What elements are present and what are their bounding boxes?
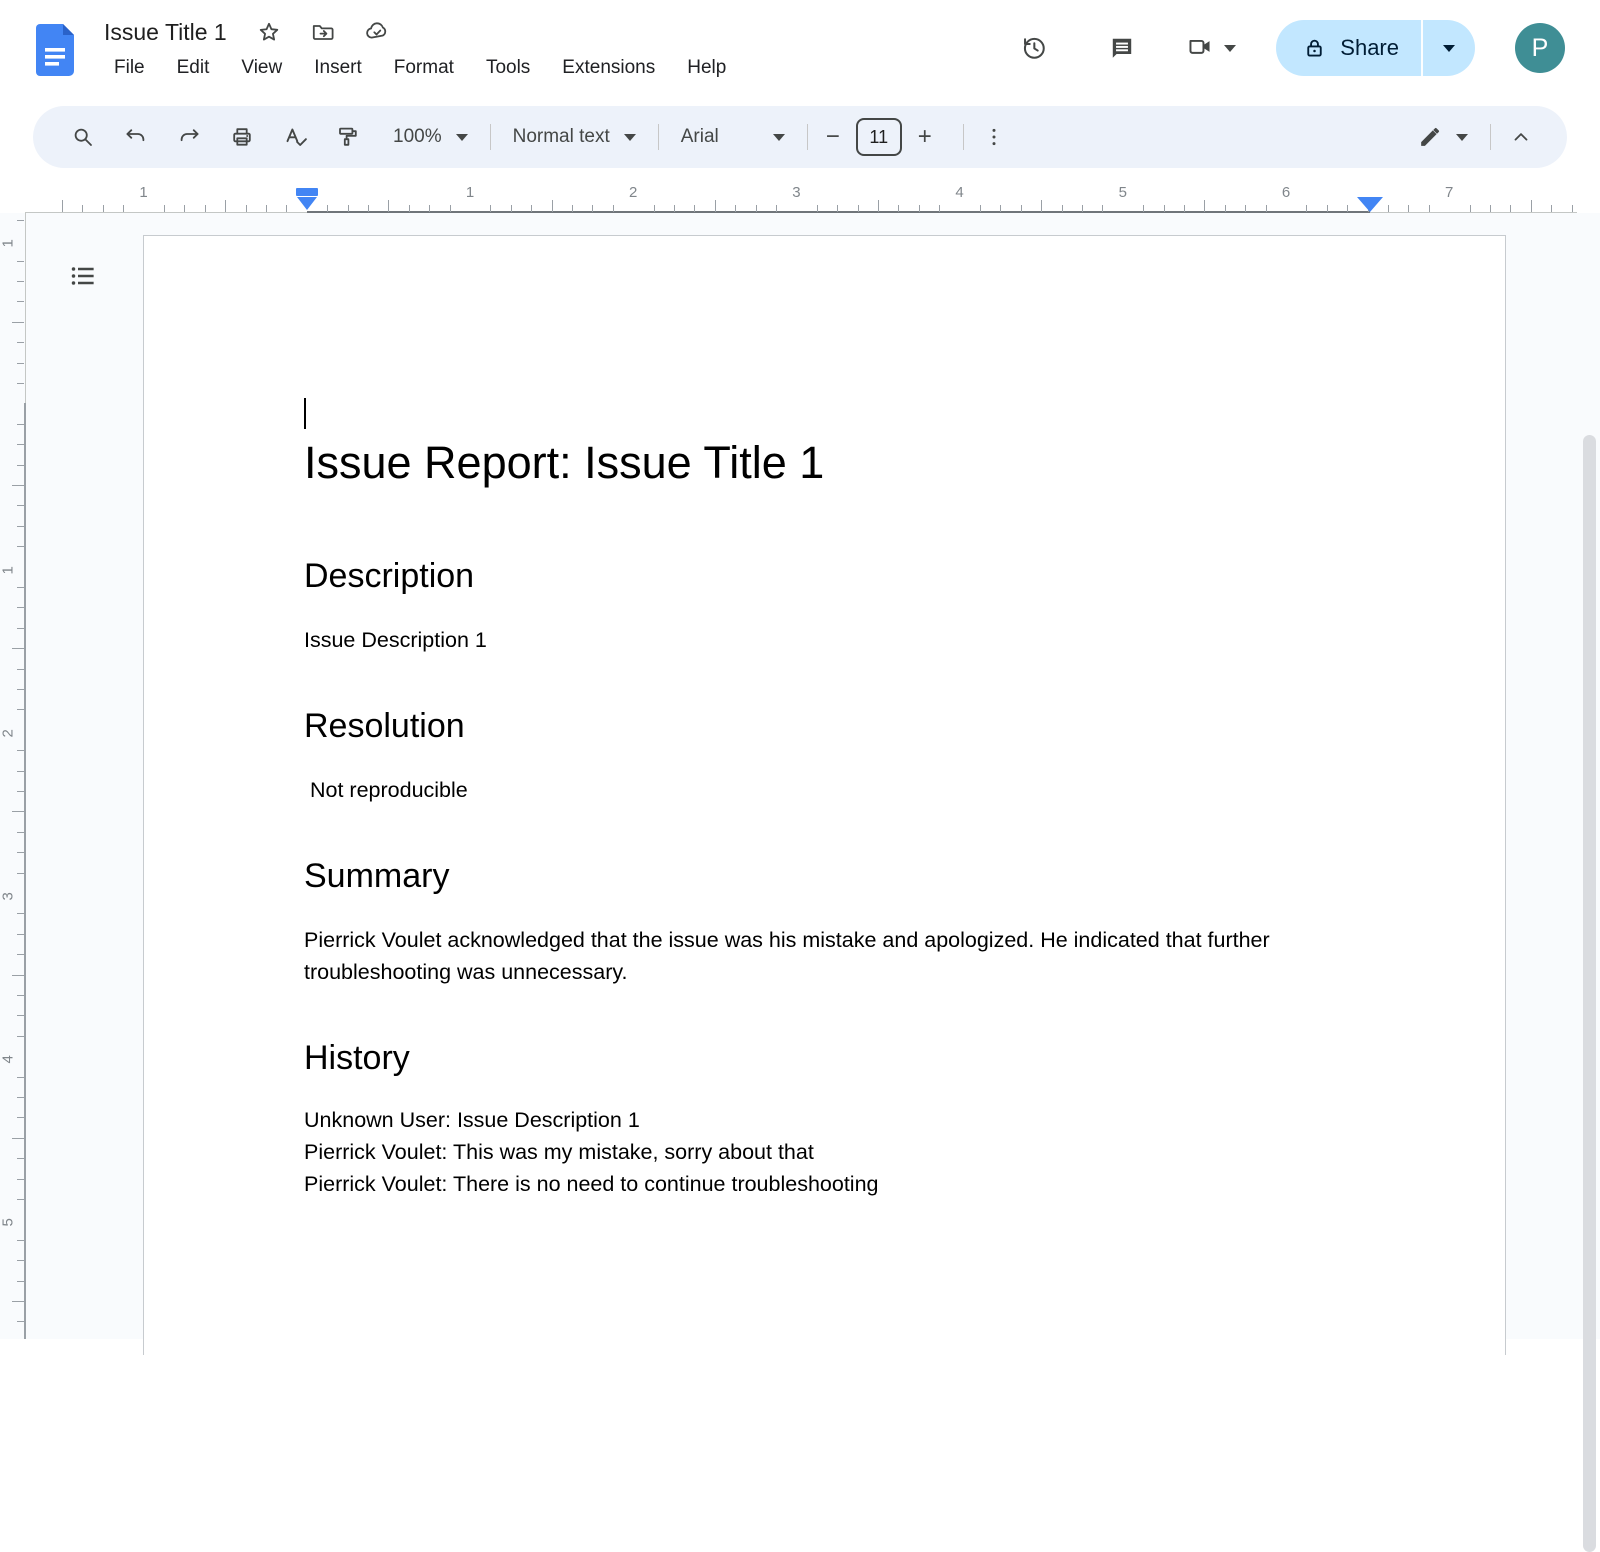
editing-mode-control[interactable]	[1405, 125, 1480, 150]
more-toolbar-options-icon[interactable]	[974, 117, 1014, 157]
video-call-icon	[1186, 35, 1214, 61]
ruler-number: 5	[1119, 184, 1127, 201]
spellcheck-icon[interactable]	[275, 117, 315, 157]
menu-extensions[interactable]: Extensions	[552, 54, 665, 82]
styles-value: Normal text	[513, 126, 610, 148]
menu-bar: File Edit View Insert Format Tools Exten…	[104, 54, 748, 82]
text-cursor	[304, 398, 306, 429]
menu-help[interactable]: Help	[677, 54, 736, 82]
print-icon[interactable]	[222, 117, 262, 157]
toolbar-divider	[963, 124, 964, 150]
header-left: Issue Title 1	[0, 0, 748, 82]
toolbar-divider	[1490, 124, 1491, 150]
collapse-menus-icon[interactable]	[1501, 117, 1541, 157]
document-canvas: Issue Report: Issue Title 1 Description …	[0, 213, 1600, 1339]
zoom-control[interactable]: 100%	[381, 126, 480, 148]
share-button[interactable]: Share	[1276, 20, 1475, 76]
ruler-number: 3	[0, 887, 17, 901]
share-main[interactable]: Share	[1276, 20, 1421, 76]
cloud-saved-icon[interactable]	[365, 20, 389, 44]
doc-heading-title[interactable]: Issue Report: Issue Title 1	[304, 434, 1365, 492]
ruler-number: 1	[466, 184, 474, 201]
ruler-number: 1	[139, 184, 147, 201]
ruler-number: 3	[792, 184, 800, 201]
video-call-caret-icon[interactable]	[1224, 45, 1236, 52]
history-line-2[interactable]: Pierrick Voulet: This was my mistake, so…	[304, 1136, 1349, 1168]
section-body-description[interactable]: Issue Description 1	[304, 624, 1349, 656]
ruler-number: 4	[0, 1050, 17, 1064]
editing-mode-pencil-icon	[1417, 125, 1442, 150]
vertical-scrollbar[interactable]	[1583, 435, 1596, 1552]
toolbar: 100% Normal text Arial − 11 +	[33, 106, 1567, 168]
right-indent-marker[interactable]	[1357, 197, 1383, 212]
undo-icon[interactable]	[116, 117, 156, 157]
comments-icon[interactable]	[1098, 24, 1146, 72]
horizontal-ruler[interactable]: 1 1 2 3 4 5 6 7	[0, 183, 1600, 213]
zoom-value: 100%	[393, 126, 442, 148]
ruler-number: 6	[1282, 184, 1290, 201]
lock-icon	[1302, 36, 1327, 61]
ruler-number: 5	[0, 1213, 17, 1227]
font-family-control[interactable]: Arial	[669, 126, 797, 148]
history-line-1[interactable]: Unknown User: Issue Description 1	[304, 1104, 1349, 1136]
avatar[interactable]: P	[1515, 23, 1565, 73]
version-history-icon[interactable]	[1010, 24, 1058, 72]
section-heading-description[interactable]: Description	[304, 554, 1365, 598]
ruler-number: 1	[0, 234, 17, 248]
zoom-caret-icon	[456, 134, 468, 141]
first-line-indent-marker[interactable]	[296, 188, 318, 196]
share-caret[interactable]	[1423, 20, 1475, 76]
history-line-3[interactable]: Pierrick Voulet: There is no need to con…	[304, 1168, 1349, 1200]
show-document-outline-icon[interactable]	[60, 253, 106, 299]
toolbar-divider	[490, 124, 491, 150]
left-indent-marker[interactable]	[297, 197, 317, 210]
search-icon[interactable]	[63, 117, 103, 157]
app-header: Issue Title 1	[0, 0, 1600, 100]
font-caret-icon	[773, 134, 785, 141]
increase-font-size-button[interactable]: +	[910, 117, 940, 157]
title-block: Issue Title 1	[104, 14, 748, 82]
menu-edit[interactable]: Edit	[167, 54, 220, 82]
toolbar-divider	[807, 124, 808, 150]
decrease-font-size-button[interactable]: −	[818, 117, 848, 157]
toolbar-divider	[658, 124, 659, 150]
share-label: Share	[1340, 35, 1399, 61]
vertical-ruler[interactable]: 1 1 2 3 4 5	[0, 213, 26, 1339]
menu-view[interactable]: View	[231, 54, 292, 82]
section-body-summary[interactable]: Pierrick Voulet acknowledged that the is…	[304, 924, 1349, 988]
redo-icon[interactable]	[169, 117, 209, 157]
styles-caret-icon	[624, 134, 636, 141]
editing-mode-caret-icon	[1456, 134, 1468, 141]
star-icon[interactable]	[257, 20, 281, 44]
ruler-text-area-line	[24, 403, 26, 1339]
ruler-number: 4	[955, 184, 963, 201]
paragraph-styles-control[interactable]: Normal text	[501, 126, 648, 148]
paint-format-icon[interactable]	[328, 117, 368, 157]
document-page[interactable]: Issue Report: Issue Title 1 Description …	[143, 235, 1506, 1355]
menu-format[interactable]: Format	[384, 54, 464, 82]
menu-insert[interactable]: Insert	[304, 54, 372, 82]
menu-tools[interactable]: Tools	[476, 54, 540, 82]
ruler-number: 2	[0, 723, 17, 737]
document-title[interactable]: Issue Title 1	[104, 19, 227, 46]
font-value: Arial	[681, 126, 719, 148]
video-call-control[interactable]	[1186, 35, 1236, 61]
ruler-number: 7	[1445, 184, 1453, 201]
ruler-number: 2	[629, 184, 637, 201]
docs-logo[interactable]	[36, 24, 76, 76]
section-heading-resolution[interactable]: Resolution	[304, 704, 1365, 748]
section-heading-summary[interactable]: Summary	[304, 854, 1365, 898]
section-body-resolution[interactable]: Not reproducible	[304, 774, 1349, 806]
share-caret-icon	[1443, 45, 1455, 52]
header-right: Share P	[1010, 20, 1565, 76]
ruler-number: 1	[0, 560, 17, 574]
move-folder-icon[interactable]	[311, 20, 335, 44]
menu-file[interactable]: File	[104, 54, 155, 82]
section-heading-history[interactable]: History	[304, 1036, 1365, 1080]
font-size-input[interactable]: 11	[856, 118, 902, 156]
